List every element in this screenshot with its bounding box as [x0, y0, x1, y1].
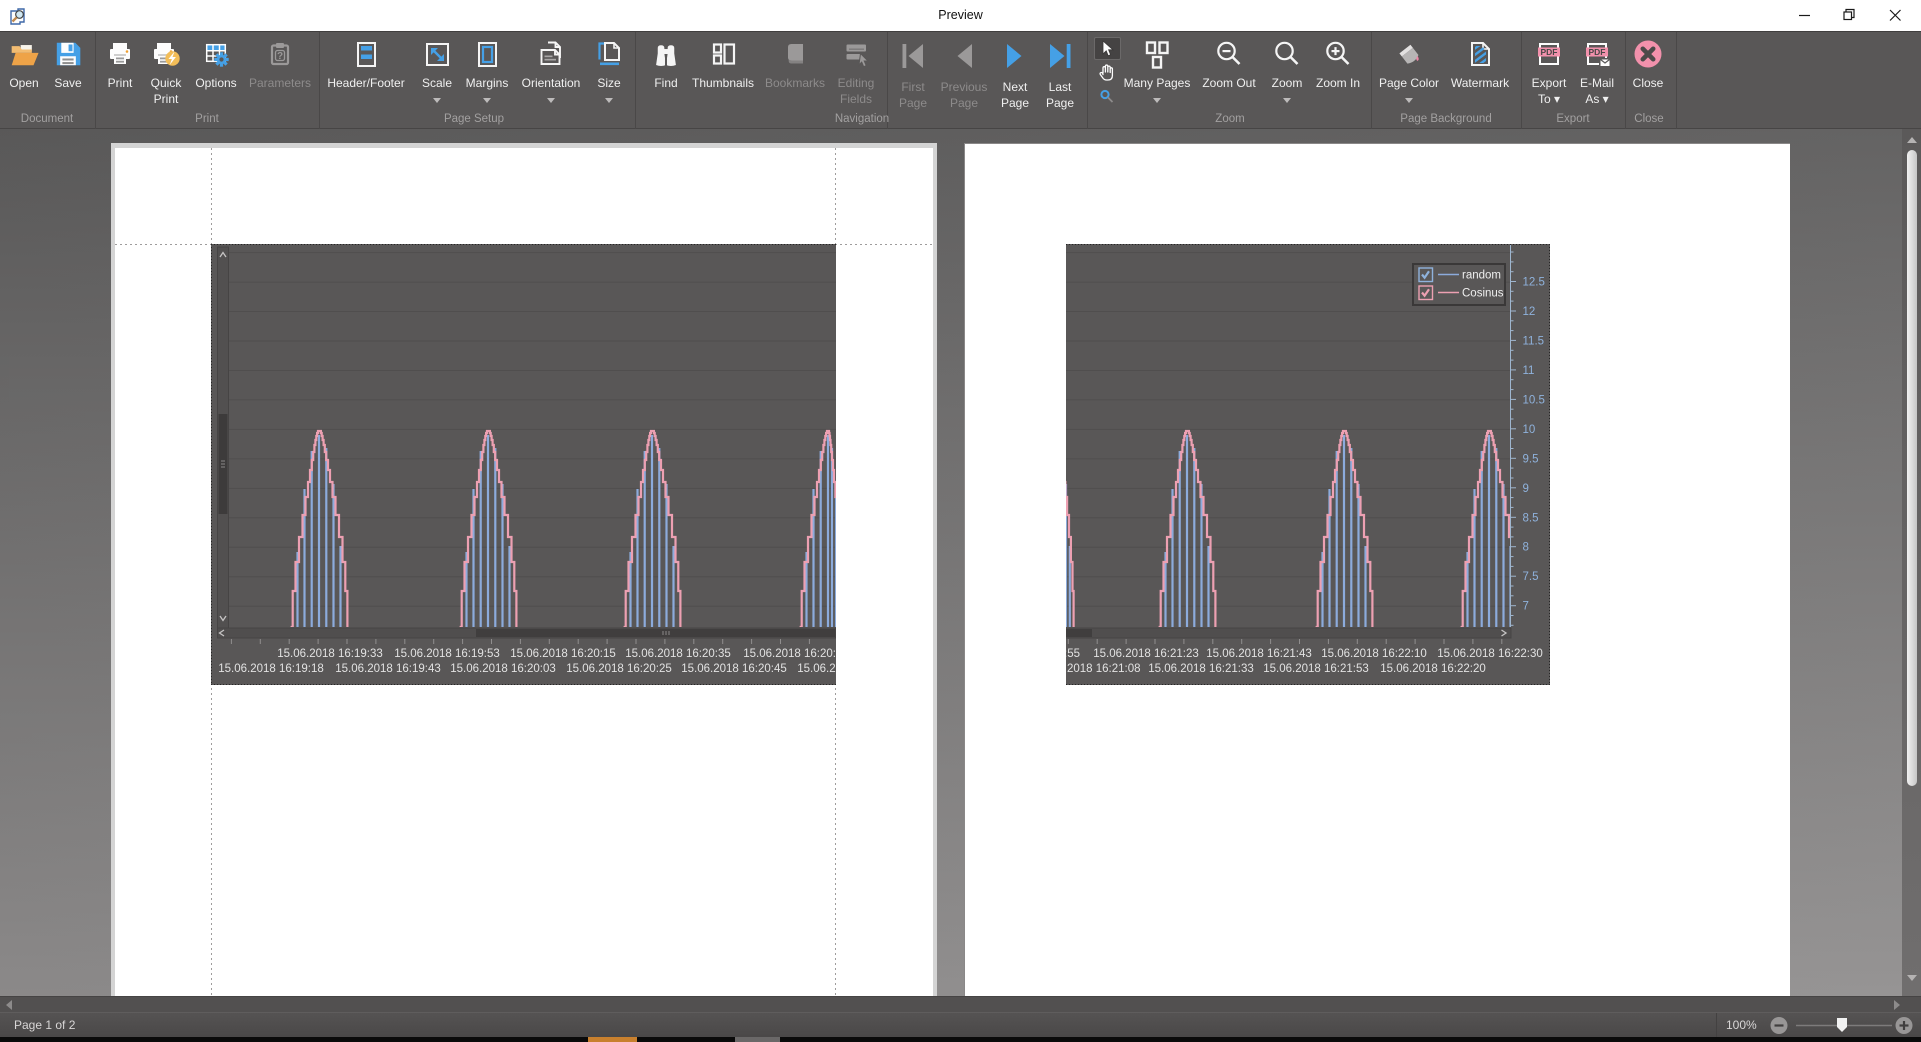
svg-text:15.06.2018 16:20:03: 15.06.2018 16:20:03: [450, 663, 556, 675]
svg-text:15.06.2018 16:21:33: 15.06.2018 16:21:33: [1148, 663, 1254, 675]
svg-text:11: 11: [1523, 365, 1535, 377]
svg-text:PDF: PDF: [1541, 47, 1558, 57]
svg-text:15.06.2018 16:20:15: 15.06.2018 16:20:15: [510, 648, 616, 660]
svg-text:7: 7: [1523, 601, 1529, 613]
svg-text:15.06.2018 16:19:33: 15.06.2018 16:19:33: [277, 648, 383, 660]
svg-text:15.06.2018 16:20:25: 15.06.2018 16:20:25: [566, 663, 672, 675]
svg-text:11.5: 11.5: [1523, 335, 1545, 347]
svg-text:12.5: 12.5: [1523, 277, 1545, 289]
svg-text:15.06.2018 16:21:05: 15.06.2018 16:21:05: [797, 663, 836, 675]
svg-text:PDF: PDF: [1589, 47, 1606, 57]
svg-text:15.06.2018 16:21:43: 15.06.2018 16:21:43: [1206, 648, 1312, 660]
svg-text:15.06.2018 16:22:30: 15.06.2018 16:22:30: [1437, 648, 1543, 660]
svg-text:15.06.2018 16:21:23: 15.06.2018 16:21:23: [1093, 648, 1199, 660]
svg-text:Cosinus: Cosinus: [1462, 288, 1504, 300]
svg-text:15.06.2018 16:21:08: 15.06.2018 16:21:08: [1066, 663, 1141, 675]
svg-text:random: random: [1462, 270, 1501, 282]
svg-text:15.06.2018 16:19:18: 15.06.2018 16:19:18: [218, 663, 324, 675]
svg-text:15.06.2018 16:20:55: 15.06.2018 16:20:55: [743, 648, 836, 660]
svg-text:15.06.2018 16:20:55: 15.06.2018 16:20:55: [1066, 648, 1080, 660]
svg-text:12: 12: [1523, 306, 1536, 318]
svg-text:10.5: 10.5: [1523, 394, 1545, 406]
svg-text:9.5: 9.5: [1523, 453, 1539, 465]
svg-text:10: 10: [1523, 424, 1536, 436]
svg-text:15.06.2018 16:22:20: 15.06.2018 16:22:20: [1380, 663, 1486, 675]
svg-text:8: 8: [1523, 542, 1529, 554]
svg-text:9: 9: [1523, 483, 1529, 495]
svg-text:15.06.2018 16:19:43: 15.06.2018 16:19:43: [335, 663, 441, 675]
svg-text:7.5: 7.5: [1523, 571, 1539, 583]
svg-text:?: ?: [277, 51, 283, 62]
svg-text:15.06.2018 16:20:35: 15.06.2018 16:20:35: [625, 648, 731, 660]
svg-text:15.06.2018 16:22:10: 15.06.2018 16:22:10: [1321, 648, 1427, 660]
svg-text:15.06.2018 16:21:53: 15.06.2018 16:21:53: [1263, 663, 1369, 675]
svg-text:8.5: 8.5: [1523, 512, 1539, 524]
svg-text:15.06.2018 16:20:45: 15.06.2018 16:20:45: [681, 663, 787, 675]
svg-text:15.06.2018 16:19:53: 15.06.2018 16:19:53: [394, 648, 500, 660]
